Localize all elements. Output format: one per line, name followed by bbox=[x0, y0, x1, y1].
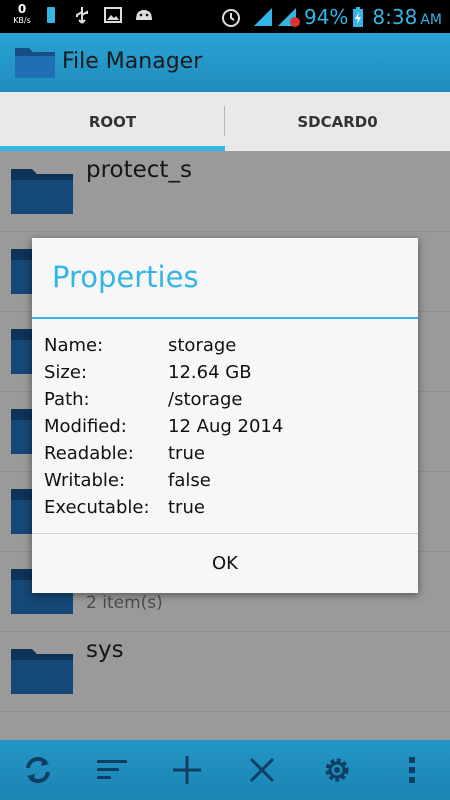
usb-icon bbox=[76, 7, 88, 24]
dialog-title-divider bbox=[32, 317, 418, 319]
overflow-menu-button[interactable] bbox=[382, 740, 442, 800]
property-key: Size: bbox=[44, 362, 88, 383]
battery-charging-icon bbox=[353, 6, 364, 27]
status-right: 94% 8:38 AM bbox=[220, 0, 442, 33]
property-key: Name: bbox=[44, 335, 104, 356]
network-speed: 0 KB/s bbox=[9, 2, 35, 26]
property-row: Writable: false bbox=[44, 470, 404, 496]
property-value: true bbox=[168, 443, 205, 464]
property-row: Modified: 12 Aug 2014 bbox=[44, 416, 404, 442]
property-row: Size: 12.64 GB bbox=[44, 362, 404, 388]
action-bar: File Manager bbox=[0, 33, 450, 92]
overflow-menu-icon bbox=[409, 757, 415, 783]
network-speed-unit: KB/s bbox=[13, 16, 31, 25]
property-key: Readable: bbox=[44, 443, 134, 464]
sort-icon bbox=[97, 760, 127, 779]
sim-icon bbox=[47, 7, 55, 23]
property-row: Name: storage bbox=[44, 335, 404, 361]
status-bar: 0 KB/s 94% 8:38 AM bbox=[0, 0, 450, 33]
property-row: Path: /storage bbox=[44, 389, 404, 415]
property-row: Readable: true bbox=[44, 443, 404, 469]
delete-button[interactable] bbox=[232, 740, 292, 800]
network-speed-value: 0 bbox=[17, 2, 27, 16]
settings-button[interactable] bbox=[307, 740, 367, 800]
clock: 8:38 AM bbox=[372, 5, 442, 29]
property-value: true bbox=[168, 497, 205, 518]
properties-dialog: Properties Name: storage Size: 12.64 GB … bbox=[32, 238, 418, 593]
property-key: Executable: bbox=[44, 497, 150, 518]
property-value: /storage bbox=[168, 389, 243, 410]
settings-icon bbox=[325, 758, 349, 782]
property-key: Path: bbox=[44, 389, 90, 410]
property-value: storage bbox=[168, 335, 237, 356]
property-value: 12.64 GB bbox=[168, 362, 252, 383]
signal-icon bbox=[253, 7, 272, 26]
bottom-toolbar bbox=[0, 740, 450, 800]
tab-bar: ROOT SDCARD0 bbox=[0, 92, 450, 152]
property-row: Executable: true bbox=[44, 497, 404, 523]
property-value: false bbox=[168, 470, 211, 491]
property-key: Modified: bbox=[44, 416, 127, 437]
android-icon bbox=[136, 10, 152, 20]
gallery-icon bbox=[104, 7, 122, 23]
property-key: Writable: bbox=[44, 470, 126, 491]
tab-sdcard0[interactable]: SDCARD0 bbox=[225, 92, 450, 151]
alarm-icon bbox=[221, 8, 240, 27]
close-icon bbox=[249, 757, 275, 783]
signal-2-icon bbox=[277, 7, 300, 27]
property-value: 12 Aug 2014 bbox=[168, 416, 284, 437]
dialog-title: Properties bbox=[52, 260, 199, 294]
refresh-button[interactable] bbox=[8, 740, 68, 800]
add-button[interactable] bbox=[157, 740, 217, 800]
sort-button[interactable] bbox=[82, 740, 142, 800]
clock-ampm: AM bbox=[420, 11, 442, 28]
app-title: File Manager bbox=[62, 49, 203, 74]
screen: 0 KB/s 94% 8:38 AM File Manager ROOT SDC… bbox=[0, 0, 450, 800]
ok-button[interactable]: OK bbox=[32, 534, 418, 593]
battery-percent: 94% bbox=[303, 4, 349, 29]
tab-root[interactable]: ROOT bbox=[0, 92, 225, 151]
folder-icon[interactable] bbox=[14, 45, 56, 79]
clock-time: 8:38 bbox=[372, 4, 418, 29]
add-icon bbox=[173, 756, 201, 784]
refresh-icon bbox=[26, 756, 50, 784]
